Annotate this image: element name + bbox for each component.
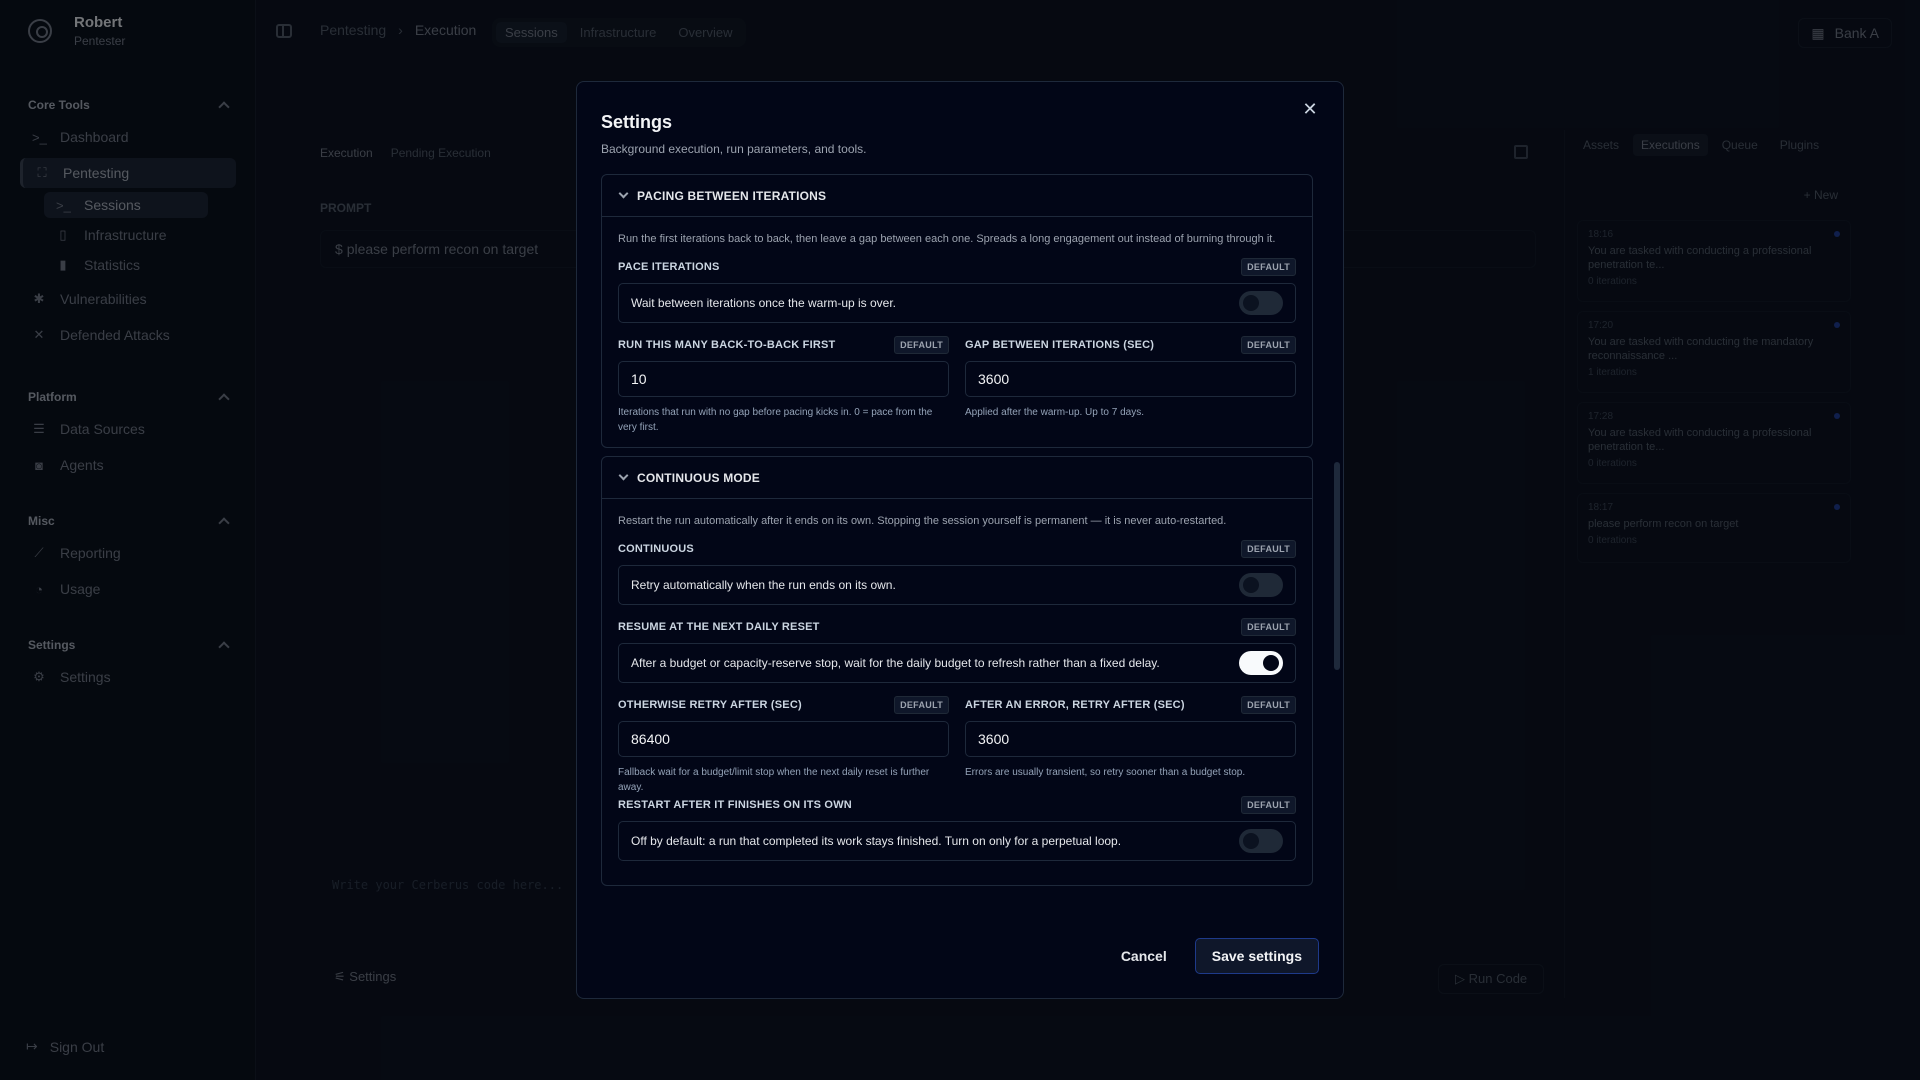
restart-label: RESTART AFTER IT FINISHES ON ITS OWN (618, 799, 852, 811)
continuous-section-header[interactable]: CONTINUOUS MODE (602, 457, 1312, 499)
dialog-footer: Cancel Save settings (1109, 938, 1319, 974)
gap-help: Applied after the warm-up. Up to 7 days. (965, 407, 1144, 418)
default-badge: DEFAULT (1241, 618, 1296, 636)
section-description: Restart the run automatically after it e… (618, 515, 1227, 527)
retry-label: OTHERWISE RETRY AFTER (SEC) (618, 699, 802, 711)
restart-text: Off by default: a run that completed its… (631, 834, 1122, 848)
burst-help: Iterations that run with no gap before p… (618, 407, 933, 433)
resume-text: After a budget or capacity-reserve stop,… (631, 656, 1160, 670)
pace-iterations-toggle[interactable] (1239, 291, 1283, 315)
pace-iterations-label: PACE ITERATIONS (618, 261, 720, 273)
chevron-down-icon (618, 188, 629, 199)
default-badge: DEFAULT (1241, 540, 1296, 558)
continuous-text: Retry automatically when the run ends on… (631, 578, 896, 592)
section-title: PACING BETWEEN ITERATIONS (637, 188, 827, 203)
resume-row: After a budget or capacity-reserve stop,… (618, 643, 1296, 683)
error-retry-input[interactable] (965, 721, 1296, 757)
dialog-subtitle: Background execution, run parameters, an… (601, 142, 867, 156)
section-description: Run the first iterations back to back, t… (618, 233, 1276, 245)
resume-label: RESUME AT THE NEXT DAILY RESET (618, 621, 820, 633)
continuous-toggle[interactable] (1239, 573, 1283, 597)
dialog-scroll-area[interactable]: PACING BETWEEN ITERATIONS Run the first … (601, 174, 1313, 900)
gap-input[interactable] (965, 361, 1296, 397)
retry-help: Fallback wait for a budget/limit stop wh… (618, 767, 930, 793)
restart-toggle[interactable] (1239, 829, 1283, 853)
gap-label: GAP BETWEEN ITERATIONS (SEC) (965, 339, 1155, 351)
continuous-row: Retry automatically when the run ends on… (618, 565, 1296, 605)
restart-row: Off by default: a run that completed its… (618, 821, 1296, 861)
default-badge: DEFAULT (894, 696, 949, 714)
pacing-section: PACING BETWEEN ITERATIONS Run the first … (601, 174, 1313, 448)
default-badge: DEFAULT (1241, 258, 1296, 276)
chevron-down-icon (618, 470, 629, 481)
error-retry-label: AFTER AN ERROR, RETRY AFTER (SEC) (965, 699, 1185, 711)
continuous-label: CONTINUOUS (618, 543, 694, 555)
dialog-title: Settings (601, 112, 673, 132)
section-title: CONTINUOUS MODE (637, 470, 760, 485)
dialog-scrollbar[interactable] (1334, 462, 1340, 670)
save-settings-button[interactable]: Save settings (1194, 938, 1319, 974)
burst-input[interactable] (618, 361, 949, 397)
retry-input[interactable] (618, 721, 949, 757)
default-badge: DEFAULT (1241, 696, 1296, 714)
continuous-section: CONTINUOUS MODE Restart the run automati… (601, 456, 1313, 886)
close-icon[interactable]: ✕ (1299, 98, 1321, 120)
default-badge: DEFAULT (894, 336, 949, 354)
resume-toggle[interactable] (1239, 651, 1283, 675)
pacing-section-header[interactable]: PACING BETWEEN ITERATIONS (602, 175, 1312, 217)
default-badge: DEFAULT (1241, 796, 1296, 814)
settings-dialog: Settings Background execution, run param… (576, 81, 1344, 999)
burst-label: RUN THIS MANY BACK-TO-BACK FIRST (618, 339, 836, 351)
error-retry-help: Errors are usually transient, so retry s… (965, 767, 1246, 778)
pace-iterations-text: Wait between iterations once the warm-up… (631, 296, 897, 310)
cancel-button[interactable]: Cancel (1109, 940, 1179, 972)
default-badge: DEFAULT (1241, 336, 1296, 354)
pace-iterations-row: Wait between iterations once the warm-up… (618, 283, 1296, 323)
